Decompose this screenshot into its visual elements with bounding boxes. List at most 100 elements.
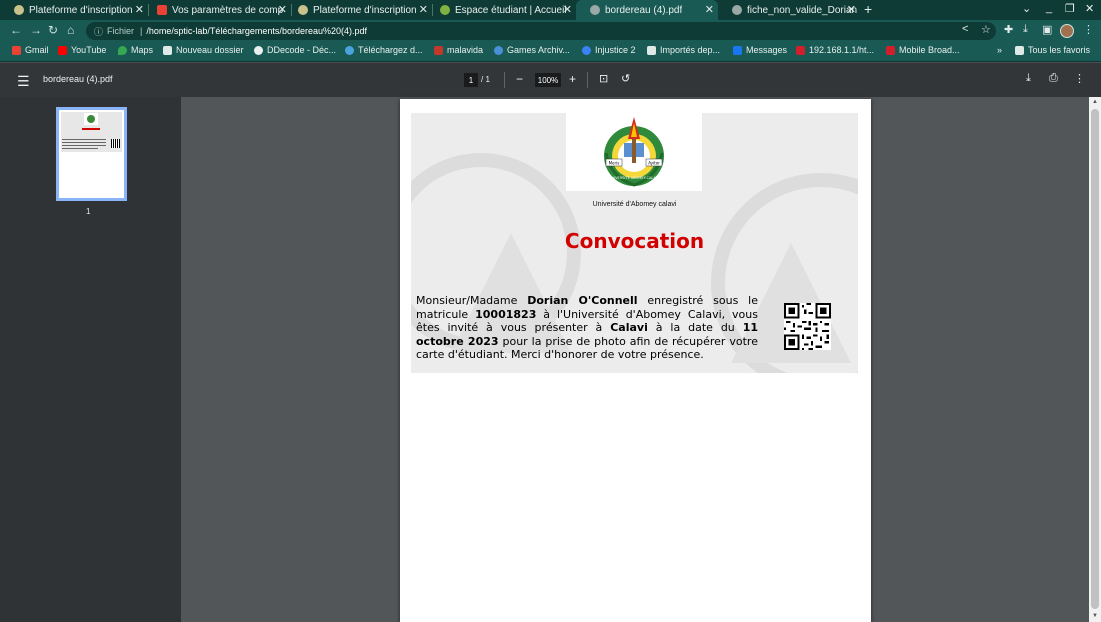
bookmark-mobile-broadband[interactable]: Mobile Broad...	[886, 45, 960, 55]
reload-icon[interactable]: ↻	[48, 23, 58, 37]
bookmark-messages[interactable]: Messages	[733, 45, 787, 55]
page-thumbnail[interactable]	[56, 107, 127, 201]
document-title: Convocation	[564, 229, 705, 253]
tab-plateforme-2[interactable]: Plateforme d'inscription ✕	[284, 0, 432, 20]
print-icon[interactable]: ⎙	[1049, 72, 1058, 85]
university-logo: Meris Ayitor UNIVERSITÉ ABOMEY-CALAVI	[566, 113, 702, 191]
more-options-icon[interactable]: ⋮	[1074, 72, 1085, 85]
ddecode-icon	[254, 45, 263, 55]
downloads-icon[interactable]: ⤓	[1023, 23, 1028, 36]
folder-icon	[163, 45, 172, 55]
menu-kebab-icon[interactable]: ⋮	[1083, 23, 1094, 36]
bookmark-star-icon[interactable]: ☆	[981, 23, 991, 36]
back-arrow-icon[interactable]: ←	[10, 23, 22, 37]
folder-icon	[1015, 45, 1024, 55]
injustice-icon	[582, 45, 591, 55]
bookmark-label: Importés dep...	[660, 45, 721, 55]
convocation-banner: Meris Ayitor UNIVERSITÉ ABOMEY-CALAVI Un…	[411, 113, 858, 373]
body-intro: Monsieur/Madame	[416, 294, 518, 307]
malavida-icon	[434, 45, 443, 55]
uac-emblem-icon: Meris Ayitor UNIVERSITÉ ABOMEY-CALAVI	[604, 117, 664, 187]
pdf-file-name: bordereau (4).pdf	[43, 74, 113, 84]
scheme-label: Fichier	[107, 26, 135, 36]
document-viewport[interactable]: Meris Ayitor UNIVERSITÉ ABOMEY-CALAVI Un…	[181, 97, 1089, 622]
logo-ring-text: UNIVERSITÉ ABOMEY-CALAVI	[609, 175, 659, 180]
bookmark-games-archive[interactable]: Games Archiv...	[494, 45, 570, 55]
url-text[interactable]: /home/sptic-lab/Téléchargements/borderea…	[146, 26, 367, 36]
qr-code-graphic	[784, 303, 831, 350]
thumbnail-page-number: 1	[86, 207, 91, 216]
scrollbar-thumb[interactable]	[1091, 109, 1099, 609]
bookmark-malavida[interactable]: malavida	[434, 45, 483, 55]
forward-arrow-icon[interactable]: →	[30, 23, 42, 37]
bookmark-ddecode[interactable]: DDecode - Déc...	[254, 45, 336, 55]
thumbnail-sidebar: 1	[0, 97, 181, 622]
download-icon[interactable]: ⤓	[1026, 72, 1031, 85]
home-icon[interactable]: ⌂	[67, 23, 74, 37]
bookmark-telechargez[interactable]: Téléchargez d...	[345, 45, 423, 55]
close-tab-icon[interactable]: ✕	[563, 3, 572, 16]
bookmark-router[interactable]: 192.168.1.1/ht...	[796, 45, 874, 55]
menu-hamburger-icon[interactable]: ☰	[17, 73, 30, 90]
facebook-icon	[733, 45, 742, 55]
chevron-down-icon[interactable]: ⌄	[1022, 2, 1031, 15]
bookmark-label: YouTube	[71, 45, 107, 55]
bookmark-nouveau-dossier[interactable]: Nouveau dossier	[163, 45, 244, 55]
download-site-icon	[345, 45, 354, 55]
thumbnail-text-line	[62, 139, 106, 140]
restore-icon[interactable]: ❐	[1065, 2, 1075, 15]
student-name: Dorian O'Connell	[527, 294, 638, 307]
bookmark-maps[interactable]: Maps	[118, 45, 153, 55]
address-toolbar: ← → ↻ ⌂ ⓘ Fichier | /home/sptic-lab/Télé…	[0, 20, 1101, 42]
close-icon[interactable]: ✕	[1085, 2, 1094, 15]
bookmarks-overflow-button[interactable]: »	[997, 45, 1002, 55]
info-icon[interactable]: ⓘ	[94, 25, 103, 38]
convocation-body: Monsieur/Madame Dorian O'Connell enregis…	[416, 294, 758, 362]
tab-gmail-settings[interactable]: Vos paramètres de comp ✕	[143, 0, 291, 20]
zoom-level-input[interactable]: 100%	[535, 73, 561, 87]
bookmarks-bar: Gmail YouTube Maps Nouveau dossier DDeco…	[0, 42, 1101, 62]
minimize-icon[interactable]: _	[1046, 2, 1052, 14]
bookmark-importes[interactable]: Importés dep...	[647, 45, 720, 55]
side-panel-icon[interactable]: ▣	[1042, 23, 1052, 36]
bookmark-injustice[interactable]: Injustice 2	[582, 45, 636, 55]
globe-favicon-icon	[14, 5, 24, 15]
tab-bordereau-pdf[interactable]: bordereau (4).pdf ✕	[576, 0, 718, 20]
tab-espace-etudiant[interactable]: Espace étudiant | Accueil ✕	[426, 0, 576, 20]
thumbnail-logo	[84, 113, 98, 125]
tab-title: Plateforme d'inscription	[313, 4, 417, 16]
page-number-input[interactable]: 1	[464, 73, 478, 87]
tab-fiche-non-valide[interactable]: fiche_non_valide_Dorian ✕	[718, 0, 860, 20]
profile-avatar[interactable]	[1060, 24, 1074, 38]
huawei-icon	[886, 45, 895, 55]
file-favicon-icon	[732, 5, 742, 15]
bookmark-gmail[interactable]: Gmail	[12, 45, 49, 55]
games-archive-icon	[494, 45, 503, 55]
bookmark-all-favorites[interactable]: Tous les favoris	[1015, 45, 1090, 55]
rotate-icon[interactable]: ↺	[621, 72, 630, 85]
separator: |	[140, 26, 143, 36]
maps-pin-icon	[118, 45, 127, 55]
zoom-in-icon[interactable]: +	[569, 72, 576, 86]
tab-title: Espace étudiant | Accueil	[455, 4, 567, 16]
bookmark-label: 192.168.1.1/ht...	[809, 45, 875, 55]
zoom-out-icon[interactable]: −	[516, 72, 523, 86]
plus-icon[interactable]: +	[864, 1, 872, 17]
tab-plateforme-1[interactable]: Plateforme d'inscription ✕	[0, 0, 148, 20]
bookmark-label: Messages	[746, 45, 788, 55]
bookmark-label: Tous les favoris	[1028, 45, 1091, 55]
vertical-scrollbar[interactable]: ▲ ▼	[1089, 97, 1101, 622]
extensions-icon[interactable]: ✚	[1004, 23, 1013, 36]
thumbnail-text-line	[62, 148, 98, 149]
page-total: / 1	[481, 75, 490, 84]
address-bar[interactable]: ⓘ Fichier | /home/sptic-lab/Téléchargeme…	[86, 22, 996, 40]
close-tab-icon[interactable]: ✕	[705, 3, 714, 16]
scroll-down-icon[interactable]: ▼	[1092, 613, 1098, 619]
body-part: à la date du	[655, 321, 735, 335]
fit-to-page-icon[interactable]: ⊡	[599, 72, 608, 85]
close-tab-icon[interactable]: ✕	[847, 3, 856, 16]
share-icon[interactable]: <	[962, 23, 968, 35]
pdf-toolbar: ☰ bordereau (4).pdf 1 / 1 − 100% + ⊡ ↺ ⤓…	[0, 63, 1101, 97]
bookmark-youtube[interactable]: YouTube	[58, 45, 106, 55]
scroll-up-icon[interactable]: ▲	[1092, 99, 1098, 105]
